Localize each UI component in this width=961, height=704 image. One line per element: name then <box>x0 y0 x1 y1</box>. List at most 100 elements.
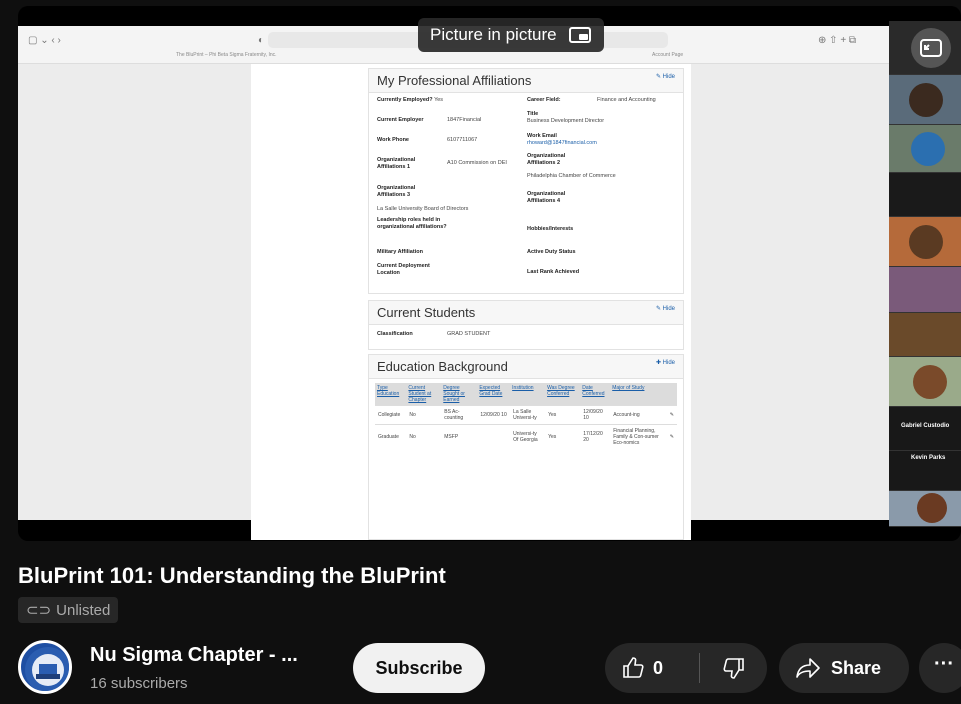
org4-label: Organizational Affiliations 4 <box>527 191 566 204</box>
col-expected-grad[interactable]: Expected Grad Date <box>477 383 511 406</box>
participant-sidebar: Gabriel Custodio Kevin Parks <box>889 21 961 527</box>
table-cell: Collegiate <box>375 405 407 425</box>
pencil-icon[interactable]: ✎ <box>666 424 677 449</box>
email-link[interactable]: rhoward@1847financial.com <box>527 140 597 146</box>
table-cell: Yes <box>545 424 581 449</box>
education-heading: Education Background <box>369 355 683 379</box>
visibility-label: Unlisted <box>56 601 111 619</box>
participant-tile: Kevin Parks <box>889 451 961 491</box>
participant-tile <box>889 491 961 527</box>
education-table: Type Education Current Student at Chapte… <box>375 383 677 449</box>
channel-avatar[interactable] <box>18 640 72 694</box>
deployment-label: Current Deployment Location <box>377 263 430 276</box>
participant-tile <box>889 217 961 267</box>
participant-tile: Gabriel Custodio <box>889 407 961 451</box>
students-hide-link[interactable]: ✎ Hide <box>656 305 675 312</box>
table-cell: No <box>406 424 442 449</box>
participant-tile <box>889 313 961 357</box>
org3-label: Organizational Affiliations 3 <box>377 185 416 198</box>
org1-label: Organizational Affiliations 1 <box>377 157 416 170</box>
education-header-row: Type Education Current Student at Chapte… <box>375 383 677 406</box>
table-cell: BS Ac-counting <box>441 405 478 425</box>
email-field: Work Email rhoward@1847financial.com <box>527 133 597 146</box>
table-row: Collegiate No BS Ac-counting 12/09/20 10… <box>375 405 677 425</box>
like-button[interactable]: 0 <box>605 656 699 680</box>
col-type-education[interactable]: Type Education <box>375 383 407 406</box>
more-dots-icon: ··· <box>934 652 954 675</box>
table-row: Graduate No MSFP Universi-ty Of Georgia … <box>375 424 677 449</box>
pencil-icon[interactable]: ✎ <box>666 405 677 425</box>
students-heading: Current Students <box>369 301 683 325</box>
phone-label: Work Phone <box>377 137 409 143</box>
shared-screen: ▢ ⌄ ‹ › ◐ ⊕ ⇧ + ⧉ The BluPrint – Phi Bet… <box>18 26 961 540</box>
dislike-button[interactable] <box>700 656 767 680</box>
table-cell: 12/09/20 10 <box>580 405 611 425</box>
table-cell: Account-ing <box>610 405 667 425</box>
table-cell: Universi-ty Of Georgia <box>510 424 546 449</box>
participant-tile <box>889 75 961 125</box>
col-date-conferred[interactable]: Date Conferred <box>580 383 611 406</box>
bluprint-page: My Professional Affiliations ✎ Hide Curr… <box>251 64 691 540</box>
link-icon: ⊂⊃ <box>26 602 52 619</box>
like-count: 0 <box>653 657 664 678</box>
career-field-value: Finance and Accounting <box>597 97 656 103</box>
table-cell: Yes <box>545 405 581 425</box>
more-actions-button[interactable]: ··· <box>919 643 961 693</box>
table-cell: 17/12/20 20 <box>580 424 611 449</box>
title-field: Title Business Development Director <box>527 111 605 124</box>
participant-avatar <box>911 132 945 166</box>
table-cell: Graduate <box>375 424 407 449</box>
employer-value: 1847Financial <box>447 117 482 123</box>
education-hide-link[interactable]: ✚ Hide <box>656 359 675 366</box>
participant-tile <box>889 357 961 407</box>
subscribe-button[interactable]: Subscribe <box>353 643 485 693</box>
table-cell: Financial Planning, Family & Con-sumer E… <box>610 424 667 449</box>
military-label: Military Affiliation <box>377 249 423 255</box>
org1-value: A10 Commission on DEI <box>447 160 507 166</box>
video-player[interactable]: ▢ ⌄ ‹ › ◐ ⊕ ⇧ + ⧉ The BluPrint – Phi Bet… <box>18 6 961 541</box>
classification-label: Classification <box>377 331 413 337</box>
hobbies-label: Hobbies/Interests <box>527 226 574 232</box>
sidebar-icon: ▢ ⌄ ‹ › <box>28 35 61 46</box>
participant-avatar <box>909 83 943 117</box>
col-degree[interactable]: Degree Sought or Earned <box>441 383 478 406</box>
picture-in-picture-tooltip[interactable]: Picture in picture <box>418 18 604 52</box>
table-cell: 12/09/20 10 <box>477 405 511 425</box>
employer-label: Current Employer <box>377 117 424 123</box>
chapter-logo-icon <box>25 647 69 691</box>
participant-avatar <box>909 225 943 259</box>
participant-avatar <box>917 493 947 523</box>
affiliations-heading: My Professional Affiliations <box>369 69 683 93</box>
pip-icon <box>568 27 591 43</box>
col-conferred[interactable]: Was Degree Conferred <box>545 383 581 406</box>
pip-toggle-icon[interactable] <box>911 28 951 68</box>
phone-value: 6107711067 <box>447 137 478 143</box>
participant-name-kevin: Kevin Parks <box>911 455 946 461</box>
browser-tab-left: The BluPrint – Phi Beta Sigma Fraternity… <box>176 52 277 58</box>
table-cell: No <box>406 405 442 425</box>
thumbs-down-icon <box>722 658 744 679</box>
channel-name[interactable]: Nu Sigma Chapter - ... <box>90 644 298 667</box>
share-arrow-icon <box>796 658 820 678</box>
participant-tile <box>889 125 961 173</box>
unlisted-badge: ⊂⊃ Unlisted <box>18 597 119 623</box>
subscriber-count: 16 subscribers <box>90 675 188 692</box>
org2-field: Organizational Affiliations 2 <box>527 153 566 166</box>
thumbs-up-icon <box>623 657 644 678</box>
participant-tile <box>889 267 961 313</box>
employed-label: Currently Employed? Yes <box>377 97 444 103</box>
career-field-label: Career Field: <box>527 97 561 103</box>
col-current-student[interactable]: Current Student at Chapter <box>406 383 442 406</box>
share-label: Share <box>831 657 882 678</box>
col-institution[interactable]: Institution <box>510 383 546 406</box>
participant-tile <box>889 173 961 217</box>
col-major[interactable]: Major of Study <box>610 383 667 406</box>
share-button[interactable]: Share <box>779 643 909 693</box>
table-cell: La Salle Universi-ty <box>510 405 546 425</box>
affiliations-hide-link[interactable]: ✎ Hide <box>656 73 675 80</box>
table-cell: MSFP <box>441 424 478 449</box>
education-card: Education Background ✚ Hide Type Educati… <box>368 354 684 540</box>
video-title: BluPrint 101: Understanding the BluPrint <box>18 563 446 588</box>
org3-value: La Salle University Board of Directors <box>377 206 469 212</box>
browser-actions-icon: ⊕ ⇧ + ⧉ <box>818 35 857 46</box>
